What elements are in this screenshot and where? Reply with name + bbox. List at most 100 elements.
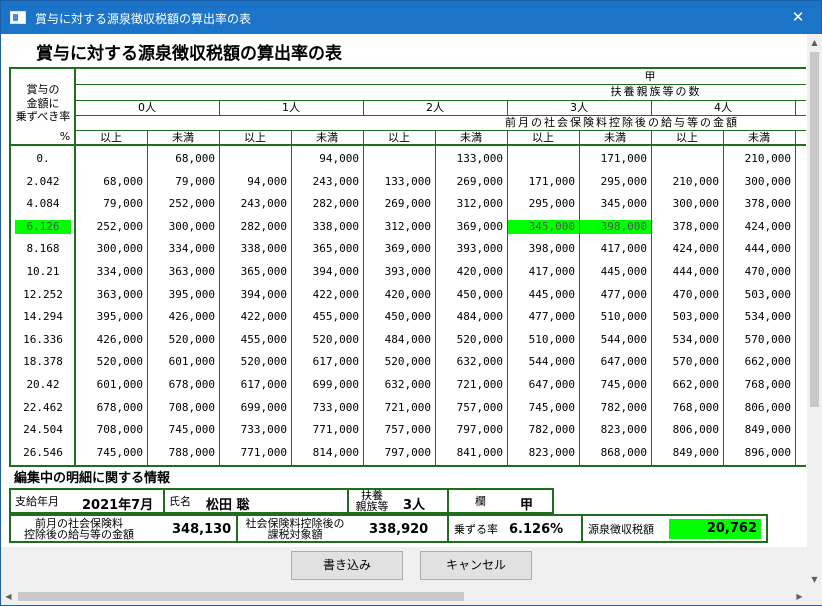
table-cell[interactable]: 806,000 [723, 397, 795, 419]
table-cell[interactable]: 424,000 [723, 216, 795, 238]
table-cell[interactable]: 94,000 [291, 148, 363, 170]
table-cell[interactable]: 797,000 [435, 419, 507, 441]
table-cell[interactable]: 544,000 [579, 329, 651, 351]
table-cell[interactable]: 444,000 [651, 261, 723, 283]
table-cell[interactable]: 503,000 [651, 306, 723, 328]
table-cell[interactable]: 849,000 [651, 442, 723, 464]
table-cell[interactable]: 363,000 [75, 284, 147, 306]
rate-cell[interactable]: 16.336 [15, 329, 71, 351]
table-cell[interactable]: 534,000 [723, 306, 795, 328]
table-cell[interactable]: 426,000 [75, 329, 147, 351]
table-cell[interactable]: 424,000 [651, 238, 723, 260]
table-cell[interactable]: 757,000 [363, 419, 435, 441]
table-cell[interactable]: 68,000 [147, 148, 219, 170]
table-cell[interactable]: 733,000 [219, 419, 291, 441]
table-cell[interactable]: 662,000 [651, 374, 723, 396]
rate-cell[interactable]: 12.252 [15, 284, 71, 306]
table-cell[interactable]: 338,000 [291, 216, 363, 238]
table-cell[interactable]: 678,000 [75, 397, 147, 419]
table-cell[interactable]: 477,000 [507, 306, 579, 328]
table-cell[interactable]: 503,000 [723, 284, 795, 306]
rate-cell[interactable]: 8.168 [15, 238, 71, 260]
table-cell[interactable]: 243,000 [219, 193, 291, 215]
table-cell[interactable]: 300,000 [723, 171, 795, 193]
table-cell[interactable]: 378,000 [723, 193, 795, 215]
table-cell[interactable]: 699,000 [291, 374, 363, 396]
table-cell[interactable]: 312,000 [435, 193, 507, 215]
table-cell[interactable]: 210,000 [651, 171, 723, 193]
table-cell[interactable]: 484,000 [435, 306, 507, 328]
table-cell[interactable]: 269,000 [363, 193, 435, 215]
rate-cell[interactable]: 10.21 [15, 261, 71, 283]
table-cell[interactable]: 394,000 [291, 261, 363, 283]
table-cell[interactable]: 745,000 [75, 442, 147, 464]
table-cell[interactable] [75, 148, 147, 170]
table-cell[interactable]: 334,000 [147, 238, 219, 260]
table-cell[interactable]: 133,000 [363, 171, 435, 193]
table-cell[interactable]: 369,000 [363, 238, 435, 260]
table-cell[interactable]: 484,000 [363, 329, 435, 351]
table-cell[interactable]: 721,000 [363, 397, 435, 419]
table-cell[interactable]: 282,000 [291, 193, 363, 215]
table-cell[interactable]: 338,000 [219, 238, 291, 260]
rate-cell[interactable]: 2.042 [15, 171, 71, 193]
table-cell[interactable]: 312,000 [363, 216, 435, 238]
table-cell[interactable]: 520,000 [435, 329, 507, 351]
table-cell[interactable]: 422,000 [291, 284, 363, 306]
table-cell[interactable]: 444,000 [723, 238, 795, 260]
table-cell[interactable]: 426,000 [147, 306, 219, 328]
table-cell[interactable]: 450,000 [363, 306, 435, 328]
table-cell[interactable]: 647,000 [579, 351, 651, 373]
table-cell[interactable]: 345,000 [579, 193, 651, 215]
table-cell[interactable]: 617,000 [291, 351, 363, 373]
table-cell[interactable]: 823,000 [507, 442, 579, 464]
table-cell[interactable]: 133,000 [435, 148, 507, 170]
rate-cell[interactable]: 22.462 [15, 397, 71, 419]
cancel-button[interactable]: キャンセル [420, 551, 532, 580]
close-icon[interactable]: ✕ [775, 1, 821, 34]
table-cell[interactable]: 632,000 [363, 374, 435, 396]
table-cell[interactable]: 849,000 [723, 419, 795, 441]
table-cell[interactable]: 68,000 [75, 171, 147, 193]
table-cell[interactable]: 369,000 [435, 216, 507, 238]
table-cell[interactable]: 520,000 [291, 329, 363, 351]
table-cell[interactable]: 365,000 [219, 261, 291, 283]
table-cell[interactable]: 79,000 [75, 193, 147, 215]
table-cell[interactable]: 420,000 [363, 284, 435, 306]
table-cell[interactable]: 841,000 [435, 442, 507, 464]
table-cell[interactable]: 79,000 [147, 171, 219, 193]
table-cell[interactable] [507, 148, 579, 170]
table-cell[interactable]: 544,000 [507, 351, 579, 373]
table-cell[interactable]: 363,000 [147, 261, 219, 283]
table-cell[interactable]: 300,000 [147, 216, 219, 238]
table-cell[interactable]: 470,000 [723, 261, 795, 283]
table-cell[interactable]: 721,000 [435, 374, 507, 396]
table-cell[interactable]: 477,000 [579, 284, 651, 306]
scroll-left-icon[interactable]: ◀ [1, 588, 16, 605]
table-cell[interactable]: 269,000 [435, 171, 507, 193]
table-cell[interactable]: 398,000 [507, 238, 579, 260]
rate-cell[interactable]: 0. [15, 148, 71, 170]
horizontal-scrollbar[interactable]: ◀ ▶ [1, 588, 807, 605]
table-cell[interactable]: 334,000 [75, 261, 147, 283]
table-cell[interactable]: 455,000 [219, 329, 291, 351]
table-cell[interactable]: 782,000 [579, 397, 651, 419]
vertical-scrollbar[interactable]: ▲ ▼ [807, 34, 822, 588]
table-cell[interactable]: 393,000 [363, 261, 435, 283]
table-cell[interactable]: 394,000 [219, 284, 291, 306]
table-cell[interactable]: 745,000 [507, 397, 579, 419]
table-cell[interactable]: 520,000 [219, 351, 291, 373]
table-cell[interactable]: 395,000 [147, 284, 219, 306]
write-button[interactable]: 書き込み [291, 551, 403, 580]
rate-cell[interactable]: 18.378 [15, 351, 71, 373]
table-cell[interactable]: 771,000 [219, 442, 291, 464]
table-cell[interactable]: 768,000 [723, 374, 795, 396]
rate-cell[interactable]: 20.42 [15, 374, 71, 396]
table-cell[interactable]: 365,000 [291, 238, 363, 260]
table-cell[interactable]: 617,000 [219, 374, 291, 396]
table-cell[interactable]: 445,000 [579, 261, 651, 283]
table-cell[interactable]: 395,000 [75, 306, 147, 328]
rate-cell[interactable]: 6.126 [15, 219, 71, 234]
table-cell[interactable]: 797,000 [363, 442, 435, 464]
table-cell[interactable]: 470,000 [651, 284, 723, 306]
